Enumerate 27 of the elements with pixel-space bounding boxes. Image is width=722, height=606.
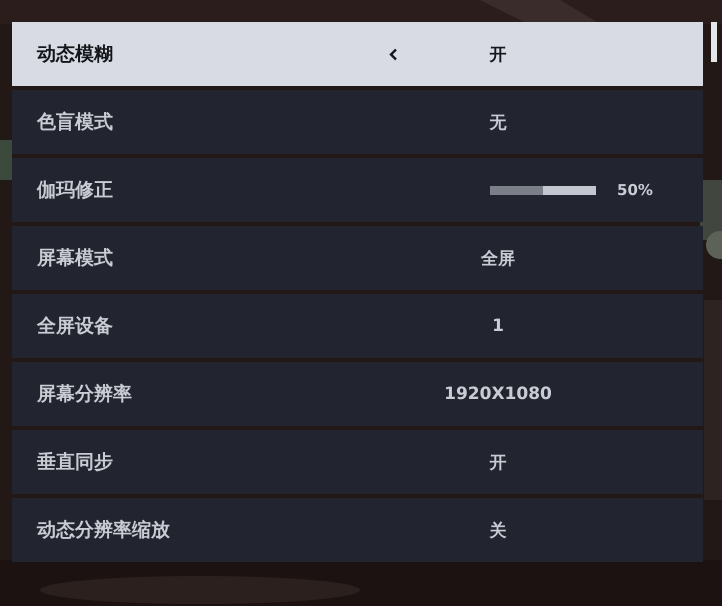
slider-reading: 50% (617, 181, 653, 199)
setting-label: 动态分辨率缩放 (37, 518, 171, 543)
setting-label: 色盲模式 (37, 110, 114, 135)
setting-row[interactable]: 全屏设备 1 (12, 294, 703, 358)
setting-label: 动态模糊 (37, 42, 114, 67)
chevron-left-icon[interactable] (388, 48, 398, 60)
option-value: 开 (490, 44, 506, 66)
option-value: 关 (490, 520, 506, 542)
setting-label: 伽玛修正 (37, 178, 114, 203)
slider-track[interactable] (490, 186, 596, 194)
setting-row[interactable]: 垂直同步 开 (12, 430, 703, 494)
option-value: 无 (490, 112, 506, 134)
setting-label: 垂直同步 (37, 450, 114, 475)
setting-label: 全屏设备 (37, 314, 114, 339)
setting-row[interactable]: 屏幕模式 全屏 (12, 226, 703, 290)
option-value: 全屏 (481, 248, 515, 270)
scrollbar-thumb[interactable] (711, 22, 717, 62)
option-value: 开 (490, 452, 506, 474)
setting-row[interactable]: 色盲模式 无 (12, 90, 703, 154)
option-value: 1920X1080 (444, 384, 552, 404)
setting-label: 屏幕分辨率 (37, 382, 133, 407)
setting-label: 屏幕模式 (37, 246, 114, 271)
setting-row[interactable]: 动态分辨率缩放 关 (12, 498, 703, 562)
setting-row[interactable]: 动态模糊 开 (12, 22, 703, 86)
setting-row[interactable]: 伽玛修正 50% (12, 158, 703, 222)
setting-row[interactable]: 屏幕分辨率 1920X1080 (12, 362, 703, 426)
option-value: 1 (492, 316, 504, 336)
